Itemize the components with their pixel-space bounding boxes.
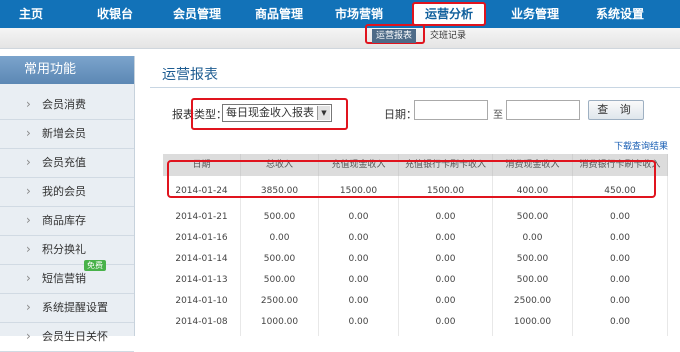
chevron-right-icon: › [26,97,31,111]
table-cell: 2014-01-08 [163,312,241,333]
sidebar-item-member-consume[interactable]: › 会员消费 [0,90,134,120]
sub-nav [0,28,680,49]
chevron-right-icon: › [26,213,31,227]
table-cell: 0.00 [493,228,573,249]
table-cell: 1000.00 [241,312,319,333]
table-cell: 2014-01-21 [163,207,241,228]
date-label: 日期： [384,108,417,121]
sidebar-item-label: 我的会员 [42,185,86,198]
table-cell: 0.00 [573,312,668,333]
table-cell: 0.00 [319,207,399,228]
table-cell: 0.00 [319,312,399,333]
chevron-right-icon: › [26,126,31,140]
table-row: 2014-01-08 1000.00 0.00 0.00 1000.00 0.00 [163,312,668,334]
table-cell: 0.00 [573,207,668,228]
table-cell: 1000.00 [493,312,573,333]
chevron-right-icon: › [26,300,31,314]
row-highlight [167,160,656,198]
nav-cashier[interactable]: 收银台 [84,0,146,28]
query-button[interactable]: 查 询 [588,100,644,120]
table-cell: 0.00 [319,291,399,312]
sidebar-item-my-members[interactable]: › 我的会员 [0,177,134,207]
chevron-right-icon: › [26,155,31,169]
sidebar-item-new-member[interactable]: › 新增会员 [0,119,134,149]
nav-product-management[interactable]: 商品管理 [244,0,314,28]
sidebar-item-member-recharge[interactable]: › 会员充值 [0,148,134,178]
table-cell: 0.00 [573,291,668,312]
free-badge: 免费 [84,260,106,271]
date-from-input[interactable] [414,100,488,120]
page-title: 运营报表 [162,67,218,83]
table-cell: 0.00 [573,249,668,270]
download-results-link[interactable]: 下载查询结果 [614,139,668,152]
table-cell: 2014-01-10 [163,291,241,312]
sidebar-item-label: 积分换礼 [42,243,86,256]
table-cell: 0.00 [241,228,319,249]
sidebar-item-label: 短信营销 [42,272,86,285]
table-cell: 2014-01-14 [163,249,241,270]
table-cell: 2014-01-16 [163,228,241,249]
sidebar-item-birthday-care[interactable]: › 会员生日关怀 [0,322,134,352]
table-cell: 0.00 [319,228,399,249]
table-cell: 2500.00 [493,291,573,312]
report-type-select[interactable]: 每日现金收入报表 ▼ [222,104,332,122]
sidebar-item-label: 商品库存 [42,214,86,227]
nav-home[interactable]: 主页 [0,0,62,28]
table-cell: 0.00 [319,270,399,291]
sidebar-item-label: 系统提醒设置 [42,301,108,314]
table-cell: 500.00 [241,207,319,228]
sidebar-item-points-exchange[interactable]: › 积分换礼 [0,235,134,265]
sidebar-item-label: 会员消费 [42,98,86,111]
sidebar-item-inventory[interactable]: › 商品库存 [0,206,134,236]
table-cell: 0.00 [573,228,668,249]
nav-business-management[interactable]: 业务管理 [500,0,570,28]
chevron-right-icon: › [26,271,31,285]
table-cell: 0.00 [399,270,493,291]
nav-member-management[interactable]: 会员管理 [164,0,230,28]
sidebar-item-sms-marketing[interactable]: › 短信营销 免费 [0,260,134,294]
date-to-input[interactable] [506,100,580,120]
table-cell: 0.00 [319,249,399,270]
table-row: 2014-01-16 0.00 0.00 0.00 0.00 0.00 [163,228,668,250]
sidebar-item-label: 新增会员 [42,127,86,140]
chevron-right-icon: › [26,242,31,256]
table-cell: 0.00 [573,270,668,291]
chevron-right-icon: › [26,329,31,343]
top-nav: 主页 收银台 会员管理 商品管理 市场营销 运营分析 业务管理 系统设置 [0,0,680,28]
report-type-value: 每日现金收入报表 [226,106,314,119]
sidebar-item-label: 会员充值 [42,156,86,169]
table-cell: 500.00 [493,249,573,270]
sidebar: 常用功能 › 会员消费 › 新增会员 › 会员充值 › 我的会员 › 商品库存 … [0,56,135,352]
table-cell: 0.00 [399,312,493,333]
to-label: 至 [493,110,503,121]
table-cell: 500.00 [241,270,319,291]
sidebar-item-reminder-settings[interactable]: › 系统提醒设置 [0,293,134,323]
nav-operations-analysis[interactable]: 运营分析 [412,2,486,26]
chevron-right-icon: › [26,184,31,198]
sidebar-title: 常用功能 [0,56,134,84]
dropdown-arrow-icon[interactable]: ▼ [317,106,330,120]
title-divider [150,87,680,88]
table-cell: 500.00 [493,207,573,228]
table-row: 2014-01-10 2500.00 0.00 0.00 2500.00 0.00 [163,291,668,313]
sub-tab-operations-report[interactable]: 运营报表 [372,29,416,43]
table-row: 2014-01-13 500.00 0.00 0.00 500.00 0.00 [163,270,668,292]
table-cell: 500.00 [493,270,573,291]
table-cell: 2014-01-13 [163,270,241,291]
sidebar-item-label: 会员生日关怀 [42,330,108,343]
table-cell: 0.00 [399,249,493,270]
table-cell: 2500.00 [241,291,319,312]
table-cell: 0.00 [399,228,493,249]
table-cell: 0.00 [399,207,493,228]
table-row: 2014-01-14 500.00 0.00 0.00 500.00 0.00 [163,249,668,271]
nav-system-settings[interactable]: 系统设置 [584,0,656,28]
table-cell: 500.00 [241,249,319,270]
sub-tab-shift-records[interactable]: 交班记录 [430,29,466,43]
table-cell: 0.00 [399,291,493,312]
table-row: 2014-01-21 500.00 0.00 0.00 500.00 0.00 [163,207,668,229]
